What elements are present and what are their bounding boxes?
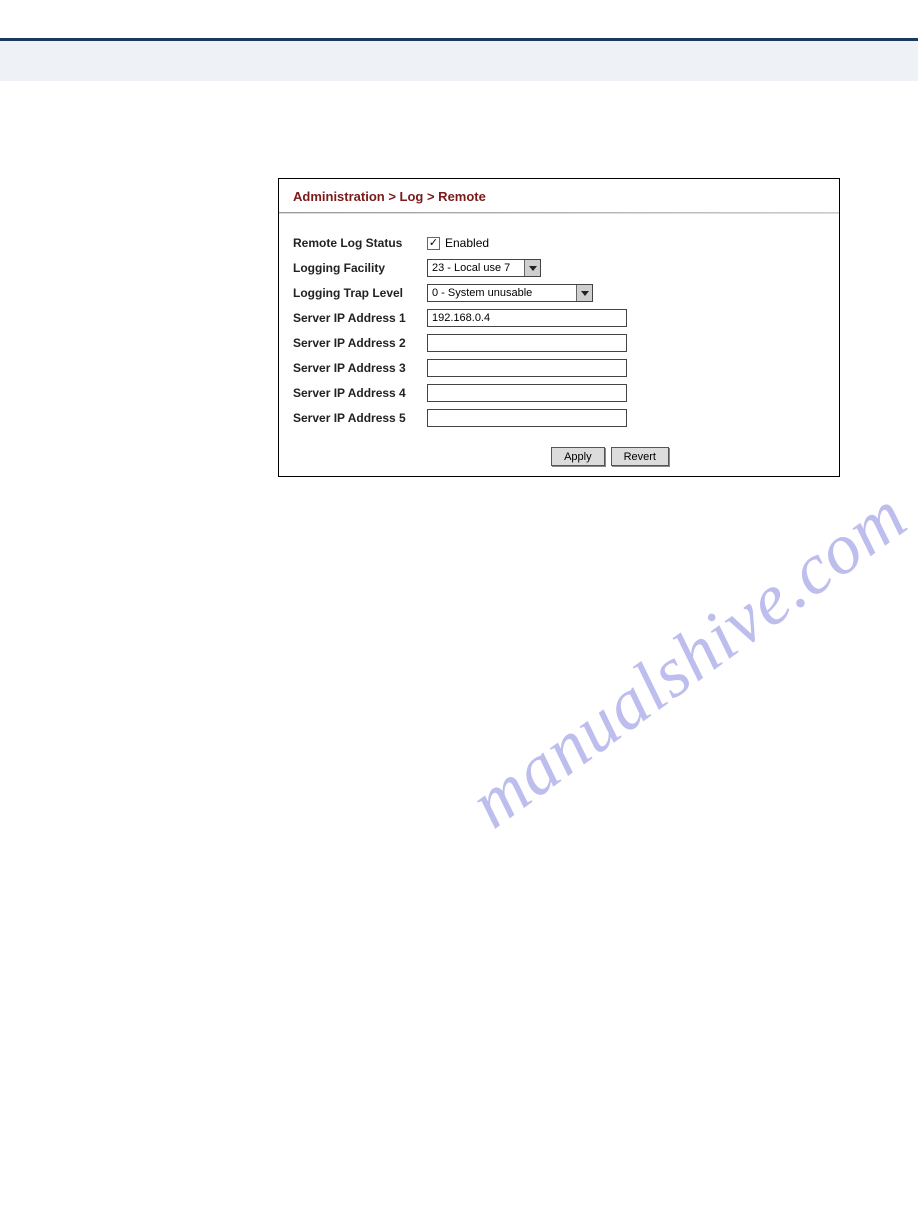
row-logging-trap-level: Logging Trap Level 0 - System unusable xyxy=(293,283,825,303)
checkbox-label: Enabled xyxy=(445,236,489,250)
page-sub-header xyxy=(0,41,918,81)
input-server-ip-4[interactable] xyxy=(427,384,627,402)
input-server-ip-3[interactable] xyxy=(427,359,627,377)
watermark: manualshive.com xyxy=(455,474,918,845)
row-remote-log-status: Remote Log Status ✓ Enabled xyxy=(293,233,825,253)
row-server-ip-3: Server IP Address 3 xyxy=(293,358,825,378)
breadcrumb: Administration > Log > Remote xyxy=(279,179,839,212)
select-logging-facility[interactable]: 23 - Local use 7 xyxy=(427,259,541,277)
input-server-ip-1[interactable]: 192.168.0.4 xyxy=(427,309,627,327)
row-server-ip-1: Server IP Address 1 192.168.0.4 xyxy=(293,308,825,328)
row-server-ip-5: Server IP Address 5 xyxy=(293,408,825,428)
checkbox-enabled[interactable]: ✓ xyxy=(427,237,440,250)
input-server-ip-2[interactable] xyxy=(427,334,627,352)
label-server-ip-4: Server IP Address 4 xyxy=(293,386,427,400)
row-server-ip-4: Server IP Address 4 xyxy=(293,383,825,403)
form-body: Remote Log Status ✓ Enabled Logging Faci… xyxy=(279,220,839,439)
row-logging-facility: Logging Facility 23 - Local use 7 xyxy=(293,258,825,278)
revert-button[interactable]: Revert xyxy=(611,447,669,466)
chevron-down-icon xyxy=(524,260,540,276)
divider xyxy=(279,213,839,214)
apply-button[interactable]: Apply xyxy=(551,447,605,466)
label-server-ip-2: Server IP Address 2 xyxy=(293,336,427,350)
row-server-ip-2: Server IP Address 2 xyxy=(293,333,825,353)
label-logging-facility: Logging Facility xyxy=(293,261,427,275)
label-server-ip-1: Server IP Address 1 xyxy=(293,311,427,325)
log-remote-panel: Administration > Log > Remote Remote Log… xyxy=(278,178,840,477)
button-row: Apply Revert xyxy=(279,439,839,476)
select-logging-trap-level[interactable]: 0 - System unusable xyxy=(427,284,593,302)
label-logging-trap-level: Logging Trap Level xyxy=(293,286,427,300)
chevron-down-icon xyxy=(576,285,592,301)
select-value: 23 - Local use 7 xyxy=(432,262,510,274)
label-remote-log-status: Remote Log Status xyxy=(293,236,427,250)
input-server-ip-5[interactable] xyxy=(427,409,627,427)
label-server-ip-5: Server IP Address 5 xyxy=(293,411,427,425)
input-value: 192.168.0.4 xyxy=(432,312,490,324)
select-value: 0 - System unusable xyxy=(432,287,532,299)
label-server-ip-3: Server IP Address 3 xyxy=(293,361,427,375)
